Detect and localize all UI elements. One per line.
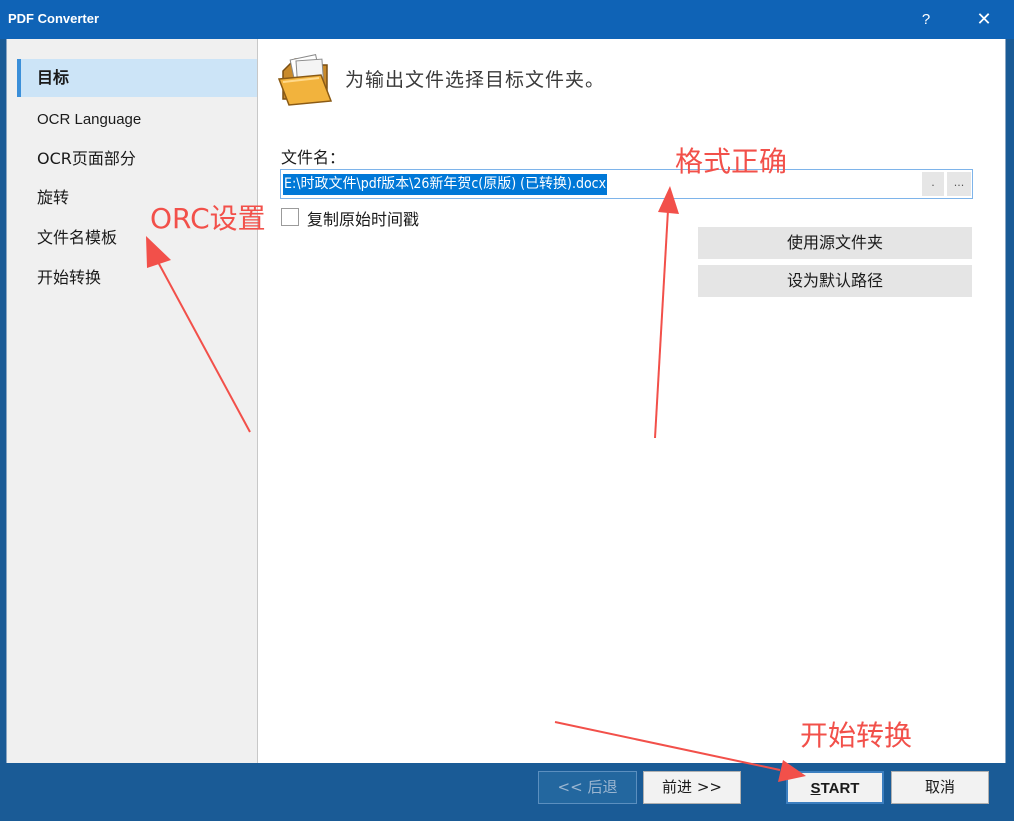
sidebar-item-start-convert[interactable]: 开始转换: [17, 259, 257, 297]
title-bar: PDF Converter ? ✕: [0, 0, 1014, 39]
sidebar-item-label: 文件名模板: [37, 228, 118, 247]
sidebar-item-label: 旋转: [37, 188, 70, 207]
copy-timestamp-checkbox[interactable]: [281, 208, 299, 226]
filename-label: 文件名：: [281, 148, 346, 167]
main-panel: 为输出文件选择目标文件夹。 文件名： E:\时政文件\pdf版本\26新年贺c(…: [259, 39, 1005, 763]
set-default-path-button[interactable]: 设为默认路径: [698, 265, 972, 297]
sidebar-item-label: 目标: [37, 68, 70, 87]
folder-icon: [277, 54, 333, 106]
help-button[interactable]: ?: [906, 6, 946, 34]
annotation-start-convert: 开始转换: [800, 719, 913, 752]
sidebar-item-target[interactable]: 目标: [17, 59, 257, 97]
sidebar: 目标 OCR Language OCR页面部分 旋转 文件名模板 开始转换: [7, 39, 258, 763]
cancel-button[interactable]: 取消: [891, 771, 989, 804]
sidebar-item-ocr-language[interactable]: OCR Language: [17, 101, 257, 139]
annotation-format-correct: 格式正确: [675, 145, 788, 178]
page-heading: 为输出文件选择目标文件夹。: [345, 69, 606, 91]
copy-timestamp-label[interactable]: 复制原始时间戳: [307, 206, 419, 230]
sidebar-item-label: OCR页面部分: [37, 149, 136, 168]
browse-dot-button[interactable]: .: [922, 172, 944, 196]
sidebar-item-label: OCR Language: [37, 111, 142, 128]
use-source-folder-button[interactable]: 使用源文件夹: [698, 227, 972, 259]
start-label-accel: S: [810, 780, 821, 797]
sidebar-item-label: 开始转换: [37, 268, 102, 287]
browse-more-button[interactable]: ...: [947, 172, 971, 196]
start-button[interactable]: START: [786, 771, 884, 804]
dialog-body: 目标 OCR Language OCR页面部分 旋转 文件名模板 开始转换 为输…: [6, 39, 1006, 763]
start-label: TART: [820, 780, 860, 797]
window-title: PDF Converter: [8, 11, 100, 26]
close-button[interactable]: ✕: [964, 6, 1004, 34]
filename-value[interactable]: E:\时政文件\pdf版本\26新年贺c(原版) (已转换).docx: [283, 174, 608, 195]
back-button[interactable]: << 后退: [538, 771, 637, 804]
annotation-orc-settings: ORC设置: [150, 202, 266, 235]
footer-bar: << 后退 前进 >> START 取消: [6, 763, 1006, 813]
next-button[interactable]: 前进 >>: [643, 771, 741, 804]
filename-input[interactable]: E:\时政文件\pdf版本\26新年贺c(原版) (已转换).docx . ..…: [280, 169, 973, 199]
sidebar-item-ocr-page-section[interactable]: OCR页面部分: [17, 140, 257, 178]
